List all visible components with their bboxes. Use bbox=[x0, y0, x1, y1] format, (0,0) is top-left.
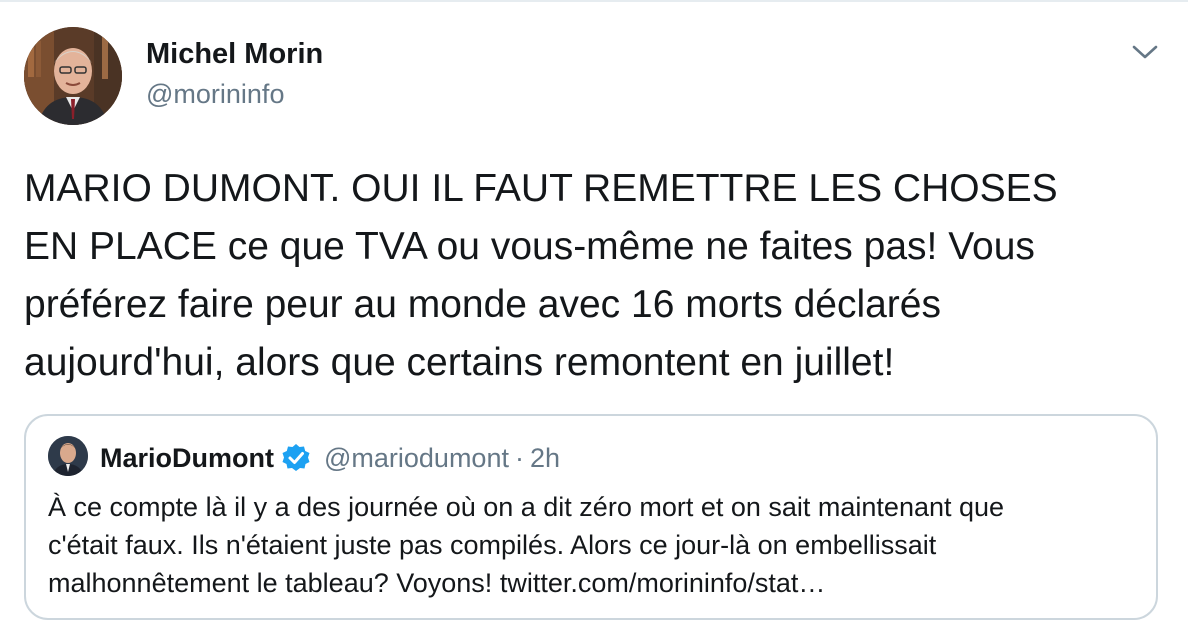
quoted-tweet-timestamp[interactable]: 2h bbox=[530, 443, 560, 474]
quoted-tweet-text: À ce compte là il y a des journée où on … bbox=[48, 492, 1005, 598]
quoted-tweet[interactable]: MarioDumont @mariodumont · 2h À ce compt… bbox=[24, 414, 1158, 620]
tweet-text: MARIO DUMONT. OUI IL FAUT REMETTRE LES C… bbox=[24, 167, 1058, 384]
tweet: Michel Morin @morininfo MARIO DUMONT. OU… bbox=[0, 0, 1188, 644]
quoted-author-name: MarioDumont bbox=[100, 442, 274, 473]
quoted-author-avatar bbox=[48, 436, 88, 476]
author-avatar[interactable] bbox=[24, 27, 122, 125]
quoted-tweet-header: MarioDumont @mariodumont · 2h bbox=[100, 442, 560, 474]
chevron-down-icon[interactable] bbox=[1128, 38, 1162, 64]
author-name[interactable]: Michel Morin bbox=[146, 38, 323, 71]
quoted-author-handle: @mariodumont bbox=[323, 442, 509, 473]
header-separator: · bbox=[514, 442, 524, 473]
verified-badge-icon bbox=[280, 442, 312, 474]
author-handle[interactable]: @morininfo bbox=[146, 79, 284, 110]
